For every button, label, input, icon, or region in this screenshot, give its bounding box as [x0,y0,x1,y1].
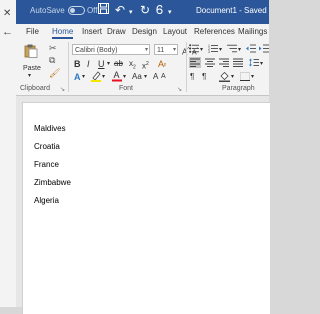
chevron-down-icon: ▾ [172,47,176,53]
group-divider [68,42,69,92]
brush-icon[interactable]: Ꮾ [156,3,163,18]
font-name-value: Calibri (Body) [75,47,118,54]
increase-indent-icon[interactable] [259,44,269,53]
document-title: Document1 - Saved [196,6,267,15]
underline-icon[interactable]: U [98,59,105,69]
svg-text:A: A [114,70,120,80]
toggle-switch-icon[interactable] [67,6,85,16]
document-line[interactable]: Algeria [34,196,59,205]
clipboard-launcher-icon[interactable]: ↘ [60,86,65,93]
shading-dropdown-icon[interactable]: ▾ [231,72,234,82]
group-divider [186,42,187,92]
grow-font-a-icon[interactable]: A [153,72,158,82]
line-spacing-icon[interactable] [249,58,259,67]
tab-insert[interactable]: Insert [82,27,102,36]
format-painter-icon[interactable]: 🖌 [49,68,60,79]
clipboard-group-label: Clipboard [20,85,50,92]
align-center-icon[interactable] [205,58,215,67]
tab-design[interactable]: Design [132,27,157,36]
highlight-dropdown-icon[interactable]: ▾ [102,72,105,82]
document-page[interactable]: Maldives Croatia France Zimbabwe Algeria [22,102,270,314]
paste-icon[interactable] [24,44,38,58]
ribbon: Paste ▾ ✂ ⧉ 🖌 Clipboard ↘ Calibri (Body)… [16,40,269,96]
save-icon[interactable] [98,3,109,17]
highlight-icon[interactable] [91,71,101,84]
superscript-icon[interactable]: x2 [142,59,149,72]
cut-icon[interactable]: ✂ [49,43,57,54]
ltr-direction-icon[interactable]: ¶ [190,72,194,82]
decrease-indent-icon[interactable] [246,44,256,53]
tab-home[interactable]: Home [52,27,74,39]
tab-draw[interactable]: Draw [107,27,126,36]
document-line[interactable]: France [34,160,59,169]
numbering-dropdown-icon[interactable]: ▾ [219,45,222,55]
change-case-icon[interactable]: Aa [132,72,142,82]
back-arrow-icon[interactable]: ← [2,26,13,38]
customize-toolbar-icon[interactable]: ▾ [168,8,172,16]
document-line[interactable]: Maldives [34,124,66,133]
chevron-down-icon: ▾ [144,47,148,53]
document-line[interactable]: Croatia [34,142,60,151]
multilevel-dropdown-icon[interactable]: ▾ [238,45,241,55]
document-line[interactable]: Zimbabwe [34,178,71,187]
ribbon-tabs: File Home Insert Draw Design Layout Refe… [16,24,269,40]
justify-icon[interactable] [233,58,243,67]
tab-layout[interactable]: Layout [163,27,187,36]
text-effects-dropdown-icon[interactable]: ▾ [82,72,85,82]
svg-text:3: 3 [208,50,210,53]
paste-button[interactable]: Paste [23,65,41,72]
italic-icon[interactable]: I [87,59,90,69]
underline-dropdown-icon[interactable]: ▾ [107,59,110,69]
font-color-icon[interactable]: A [112,70,122,84]
redo-icon[interactable]: ↻ [140,3,150,17]
shrink-font-a-icon[interactable]: A [161,72,166,82]
font-size-select[interactable]: 11 ▾ [154,44,178,55]
undo-dropdown-icon[interactable]: ▾ [129,8,133,16]
shading-icon[interactable] [219,71,230,84]
borders-icon[interactable] [240,72,250,81]
font-name-select[interactable]: Calibri (Body) ▾ [72,44,150,55]
autosave-state: Off [86,6,98,15]
copy-icon[interactable]: ⧉ [49,55,55,66]
font-color-dropdown-icon[interactable]: ▾ [123,72,126,82]
multilevel-list-icon[interactable] [227,44,237,53]
subscript-icon[interactable]: x2 [129,59,136,73]
line-spacing-dropdown-icon[interactable]: ▾ [260,59,263,69]
font-launcher-icon[interactable]: ↘ [177,86,182,93]
strikethrough-icon[interactable]: ab [114,59,123,69]
borders-dropdown-icon[interactable]: ▾ [251,72,254,82]
document-canvas: Maldives Croatia France Zimbabwe Algeria [16,96,270,314]
paste-dropdown-icon[interactable]: ▾ [28,72,31,79]
bullets-icon[interactable] [189,44,199,53]
background-window-strip: ✕ ← [0,0,17,307]
align-right-icon[interactable] [219,58,229,67]
tab-file[interactable]: File [26,27,39,36]
change-case-dropdown-icon[interactable]: ▾ [144,72,147,82]
font-size-value: 11 [157,47,165,54]
paragraph-group-label: Paragraph [222,85,255,92]
align-left-icon[interactable] [190,58,200,67]
bullets-dropdown-icon[interactable]: ▾ [200,45,203,55]
bold-icon[interactable]: B [74,59,81,69]
numbering-icon[interactable]: 123 [208,44,218,53]
autosave-label: AutoSave [30,6,65,15]
tab-mailings[interactable]: Mailings [238,27,267,36]
rtl-direction-icon[interactable]: ¶ [202,72,206,82]
title-bar: AutoSave Off ↶ ▾ ↻ Ꮾ ▾ Document1 - Saved [16,0,269,24]
font-group-label: Font [119,85,134,92]
text-effects-icon[interactable]: A [74,72,81,82]
close-icon[interactable]: ✕ [3,8,11,19]
undo-icon[interactable]: ↶ [115,3,125,17]
clear-formatting-icon[interactable]: Aᵖ [158,59,166,71]
tab-references[interactable]: References [194,27,235,36]
autosave-toggle[interactable]: AutoSave Off [30,6,98,16]
